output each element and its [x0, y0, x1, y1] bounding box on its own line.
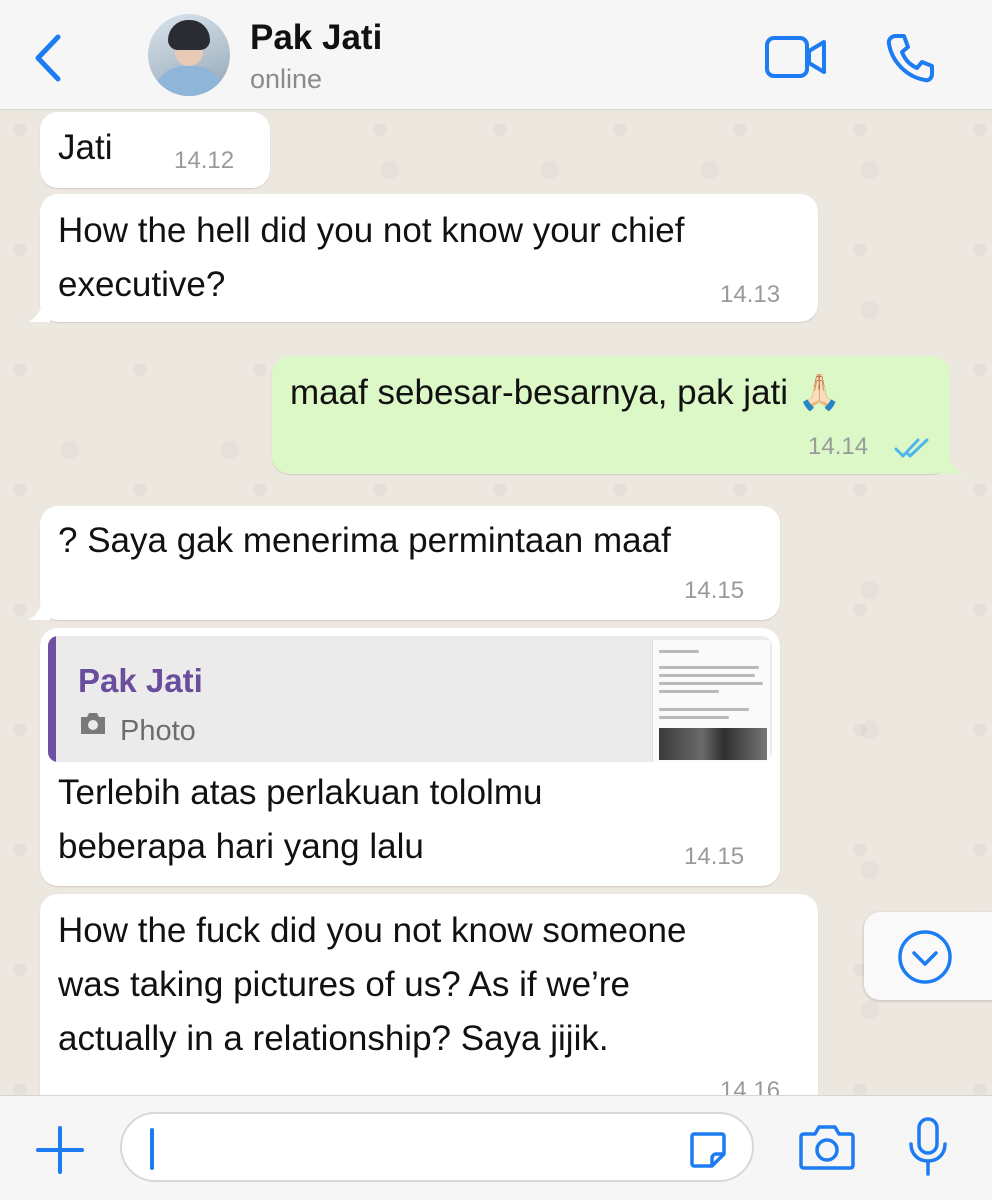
sticker-icon — [690, 1132, 726, 1168]
camera-icon — [799, 1125, 855, 1170]
attach-button[interactable] — [34, 1124, 86, 1176]
message-text: Jati — [58, 128, 113, 167]
reply-photo-thumbnail[interactable] — [652, 640, 770, 762]
camera-icon — [81, 713, 105, 734]
microphone-button[interactable] — [906, 1116, 950, 1178]
phone-icon — [886, 34, 934, 83]
chat-area[interactable]: Jati 14.12 How the hell did you not know… — [0, 110, 992, 1095]
message-text: ? Saya gak menerima permintaan maaf — [58, 521, 671, 560]
bubble-tail — [28, 300, 50, 322]
composer-bar — [0, 1095, 992, 1200]
message-text-line: actually in a relationship? Saya jijik. — [58, 1019, 609, 1058]
chat-header: Pak Jati online — [0, 0, 992, 110]
message-time: 14.16 — [720, 1077, 781, 1095]
reply-sender-name: Pak Jati — [78, 662, 203, 699]
scroll-to-bottom-button[interactable] — [864, 912, 992, 1000]
message-text-line: How the hell did you not know your chief — [58, 211, 685, 250]
sticker-button[interactable] — [688, 1130, 728, 1170]
voice-call-button[interactable] — [884, 32, 936, 84]
plus-icon — [36, 1126, 84, 1174]
message-time: 14.15 — [684, 843, 745, 870]
avatar[interactable] — [148, 14, 230, 96]
message-text-line: Terlebih atas perlakuan tololmu — [58, 773, 543, 812]
reply-quote[interactable]: Pak Jati Photo — [48, 636, 772, 762]
text-cursor — [150, 1128, 154, 1170]
message-text-line: beberapa hari yang lalu — [58, 827, 424, 866]
video-call-button[interactable] — [764, 34, 828, 80]
message-text-line: How the fuck did you not know someone — [58, 911, 687, 950]
chevron-left-icon — [35, 34, 61, 82]
message-time: 14.12 — [174, 147, 235, 174]
message-bubble-incoming-reply[interactable]: Pak Jati Photo Terlebih atas perlakuan t… — [40, 628, 780, 886]
message-time: 14.13 — [720, 281, 781, 308]
message-text: maaf sebesar-besarnya, pak jati 🙏🏻 — [290, 373, 842, 412]
message-input[interactable] — [120, 1112, 754, 1182]
message-text-line: was taking pictures of us? As if we’re — [58, 965, 630, 1004]
bubble-tail — [940, 452, 964, 474]
reply-type-label: Photo — [120, 715, 196, 747]
message-time: 14.15 — [684, 577, 745, 604]
message-bubble-incoming[interactable]: ? Saya gak menerima permintaan maaf 14.1… — [28, 506, 780, 620]
camera-button[interactable] — [798, 1122, 856, 1172]
back-button[interactable] — [22, 28, 72, 88]
message-bubble-incoming[interactable]: Jati 14.12 — [40, 112, 270, 188]
message-bubble-outgoing[interactable]: maaf sebesar-besarnya, pak jati 🙏🏻 14.14 — [272, 356, 964, 474]
message-bubble-incoming[interactable]: How the fuck did you not know someone wa… — [40, 894, 818, 1095]
bubble-tail — [28, 598, 50, 620]
microphone-icon — [909, 1117, 947, 1176]
contact-status: online — [250, 64, 323, 94]
message-text-line: executive? — [58, 265, 226, 304]
read-receipt-icon — [894, 438, 929, 458]
contact-name[interactable]: Pak Jati — [250, 18, 382, 58]
video-camera-icon — [765, 36, 826, 78]
message-bubble-incoming[interactable]: How the hell did you not know your chief… — [28, 194, 818, 322]
message-time: 14.14 — [808, 433, 869, 460]
reply-quote-bar — [48, 636, 56, 762]
chevron-down-circle-icon — [898, 930, 952, 984]
